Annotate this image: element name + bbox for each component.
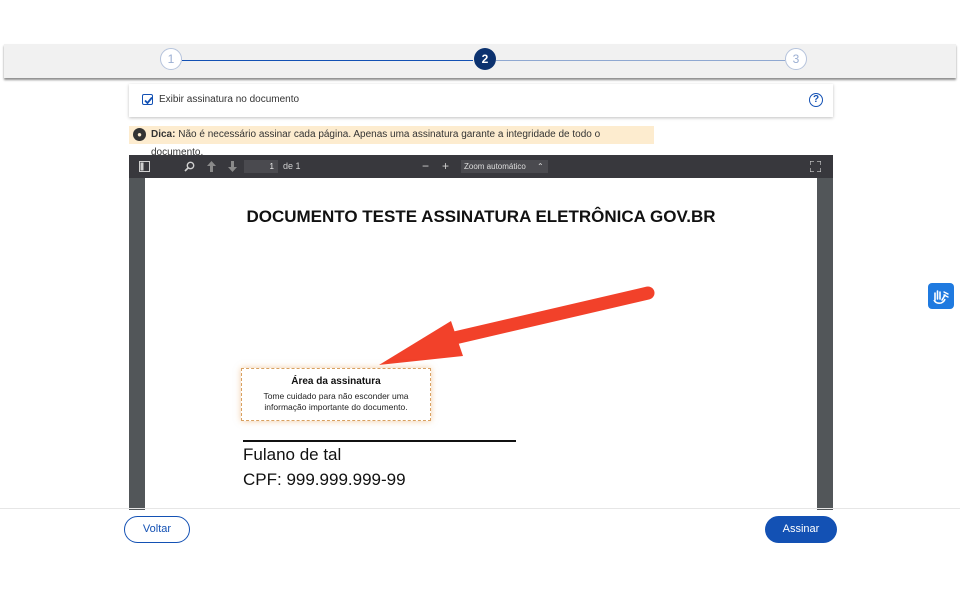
fullscreen-icon[interactable] xyxy=(810,161,821,172)
sign-language-hands-icon xyxy=(933,290,949,304)
zoom-select-value: Zoom automático xyxy=(464,162,526,171)
signature-line xyxy=(243,440,516,442)
tip-text: Não é necessário assinar cada página. Ap… xyxy=(151,129,601,158)
signature-area-description-2: informação importante do documento. xyxy=(264,402,408,412)
step-2-active: 2 xyxy=(474,48,496,70)
pdf-page: DOCUMENTO TESTE ASSINATURA ELETRÔNICA GO… xyxy=(145,178,817,510)
tip-banner: ● Dica: Não é necessário assinar cada pá… xyxy=(129,126,654,158)
signer-name: Fulano de tal xyxy=(243,445,342,464)
search-icon[interactable] xyxy=(184,161,195,172)
page-number-input[interactable]: 1 xyxy=(244,160,278,173)
sidebar-toggle-icon[interactable] xyxy=(139,161,150,172)
step-3: 3 xyxy=(785,48,807,70)
step-1: 1 xyxy=(160,48,182,70)
signer-cpf: CPF: 999.999.999-99 xyxy=(243,470,406,489)
signature-area-box[interactable]: Área da assinatura Tome cuidado para não… xyxy=(241,368,431,421)
zoom-in-button[interactable]: + xyxy=(442,155,449,178)
lightbulb-icon: ● xyxy=(133,128,146,141)
signature-options-bar: Exibir assinatura no documento ? xyxy=(129,84,833,117)
zoom-out-button[interactable]: − xyxy=(422,155,429,178)
accessibility-widget-button[interactable] xyxy=(928,283,954,309)
check-icon xyxy=(144,96,153,105)
show-signature-label[interactable]: Exibir assinatura no documento xyxy=(159,94,299,105)
help-icon[interactable]: ? xyxy=(809,93,823,107)
next-page-icon[interactable] xyxy=(228,161,237,172)
chevron-updown-icon: ⌃ xyxy=(537,162,544,171)
zoom-select[interactable]: Zoom automático ⌃ xyxy=(461,160,548,173)
back-button[interactable]: Voltar xyxy=(124,516,190,543)
page-count-label: de 1 xyxy=(283,161,301,171)
stepper-line-pending xyxy=(496,60,785,61)
signature-area-description-1: Tome cuidado para não esconder uma xyxy=(263,391,409,401)
sign-button[interactable]: Assinar xyxy=(765,516,837,543)
pdf-viewer: 1 de 1 − + Zoom automático ⌃ DOCUMENTO T… xyxy=(129,155,833,510)
progress-stepper: 1 2 3 xyxy=(4,44,956,78)
stepper-line-completed xyxy=(182,60,473,61)
previous-page-icon[interactable] xyxy=(207,161,216,172)
pdf-toolbar: 1 de 1 − + Zoom automático ⌃ xyxy=(129,155,833,178)
tip-prefix: Dica: xyxy=(151,129,176,140)
signature-area-title: Área da assinatura xyxy=(291,376,381,387)
show-signature-checkbox[interactable] xyxy=(142,94,153,105)
footer-divider xyxy=(0,508,960,509)
signature-page: 1 2 3 Exibir assinatura no documento ? ●… xyxy=(0,0,960,593)
